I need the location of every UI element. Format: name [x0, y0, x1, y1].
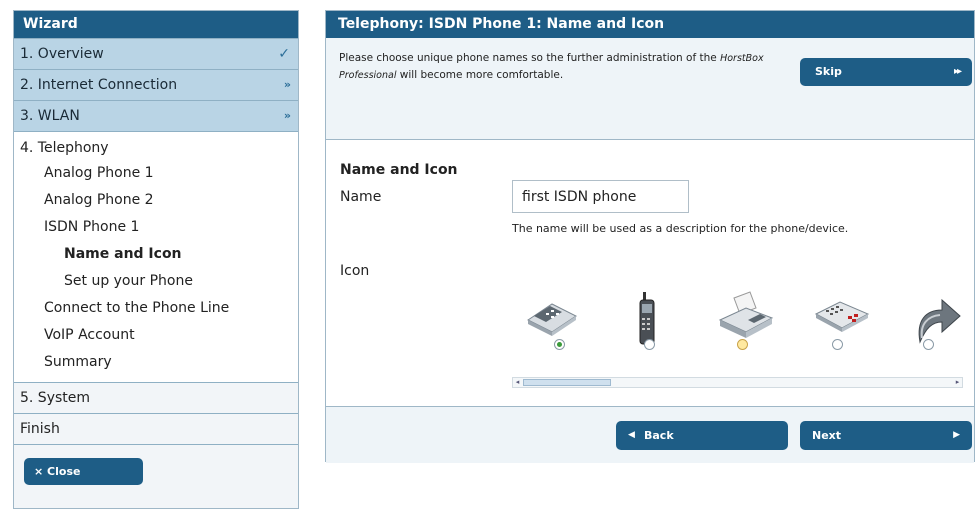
sidebar-item-analog-phone-2[interactable]: Analog Phone 2 [14, 187, 298, 214]
back-button[interactable]: ◀ Back [616, 421, 788, 450]
sidebar-item-finish[interactable]: Finish [14, 413, 298, 444]
sidebar-item-name-and-icon[interactable]: Name and Icon [14, 241, 298, 268]
icon-scrollbar[interactable]: ◂ ▸ [512, 377, 963, 388]
sidebar-item-set-up-phone[interactable]: Set up your Phone [14, 268, 298, 295]
sidebar-item-summary[interactable]: Summary [14, 349, 298, 376]
icon-radio-fax[interactable] [737, 339, 748, 350]
scroll-left-icon[interactable]: ◂ [513, 378, 522, 387]
double-chevron-icon: ▸▸ [953, 66, 962, 77]
desk-phone-icon[interactable] [522, 290, 582, 350]
sidebar-item-voip-account[interactable]: VoIP Account [14, 322, 298, 349]
sidebar-item-internet-connection[interactable]: 2. Internet Connection » [14, 69, 298, 100]
name-input[interactable] [512, 180, 689, 213]
sidebar-title: Wizard [14, 11, 298, 38]
name-hint: The name will be used as a description f… [512, 222, 849, 235]
icon-label: Icon [340, 263, 370, 279]
arrow-left-icon: ◀ [628, 430, 635, 440]
arrow-right-icon: ▶ [953, 430, 960, 440]
intro-text-end: will become more comfortable. [396, 69, 564, 81]
back-label: Back [644, 429, 674, 442]
sidebar-item-connect-phone-line[interactable]: Connect to the Phone Line [14, 295, 298, 322]
intro-box: Please choose unique phone names so the … [326, 38, 974, 140]
icon-radio-forward[interactable] [923, 339, 934, 350]
icon-radio-desk-phone[interactable] [554, 339, 565, 350]
close-button[interactable]: × Close [24, 458, 143, 485]
sidebar-item-label: 1. Overview [20, 46, 104, 62]
wizard-footer: ◀ Back Next ▶ [326, 406, 974, 463]
scroll-right-icon[interactable]: ▸ [953, 378, 962, 387]
mobile-phone-icon[interactable] [626, 290, 686, 350]
name-icon-form: Name and Icon Name The name will be used… [326, 140, 974, 407]
double-chevron-icon: » [283, 78, 291, 91]
sidebar-item-label: 2. Internet Connection [20, 77, 178, 93]
sidebar-item-telephony[interactable]: 4. Telephony [14, 138, 298, 160]
sidebar-item-overview[interactable]: 1. Overview ✓ [14, 38, 298, 69]
name-label: Name [340, 189, 382, 205]
double-chevron-icon: » [283, 109, 291, 122]
next-button[interactable]: Next ▶ [800, 421, 972, 450]
intro-text: Please choose unique phone names so the … [339, 50, 789, 84]
sidebar-item-wlan[interactable]: 3. WLAN » [14, 100, 298, 131]
icon-radio-mobile-phone[interactable] [644, 339, 655, 350]
scrollbar-thumb[interactable] [523, 379, 611, 386]
wizard-sidebar: Wizard 1. Overview ✓ 2. Internet Connect… [13, 10, 299, 509]
sidebar-section-telephony: 4. Telephony Analog Phone 1 Analog Phone… [14, 131, 298, 382]
intro-text-start: Please choose unique phone names so the … [339, 52, 721, 64]
skip-label: Skip [815, 65, 842, 78]
sidebar-item-system[interactable]: 5. System [14, 382, 298, 413]
next-label: Next [812, 429, 842, 442]
page-title: Telephony: ISDN Phone 1: Name and Icon [326, 11, 974, 38]
main-panel: Telephony: ISDN Phone 1: Name and Icon P… [325, 10, 975, 463]
close-area: × Close [14, 444, 298, 500]
skip-button[interactable]: Skip ▸▸ [800, 58, 972, 86]
section-title: Name and Icon [340, 162, 458, 178]
checkmark-icon: ✓ [278, 46, 290, 62]
sidebar-item-analog-phone-1[interactable]: Analog Phone 1 [14, 160, 298, 187]
forward-arrow-icon[interactable] [910, 290, 970, 350]
icon-radio-keypad-phone[interactable] [832, 339, 843, 350]
sidebar-item-isdn-phone-1[interactable]: ISDN Phone 1 [14, 214, 298, 241]
sidebar-item-label: 3. WLAN [20, 108, 80, 124]
